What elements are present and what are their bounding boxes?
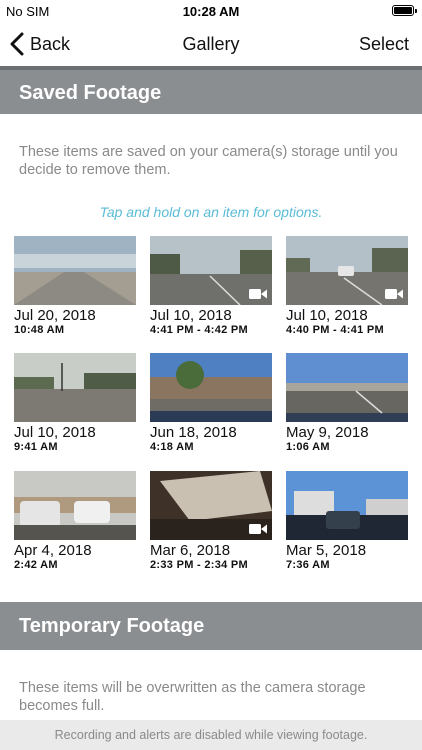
- battery-icon: [392, 5, 417, 16]
- footage-item[interactable]: May 9, 2018 1:06 AM: [286, 353, 408, 454]
- footage-date: Jul 10, 2018: [286, 307, 368, 324]
- footage-thumbnail: [14, 236, 136, 305]
- footage-thumbnail: [150, 471, 272, 540]
- footage-thumbnail: [150, 353, 272, 422]
- footage-thumbnail: [14, 471, 136, 540]
- footage-date: Jul 10, 2018: [150, 307, 232, 324]
- footage-thumbnail: [286, 236, 408, 305]
- options-hint: Tap and hold on an item for options.: [99, 204, 323, 220]
- footage-time: 7:36 AM: [286, 559, 330, 571]
- footage-date: Jun 18, 2018: [150, 424, 237, 441]
- footage-date: May 9, 2018: [286, 424, 369, 441]
- footage-time: 4:40 PM - 4:41 PM: [286, 324, 385, 336]
- footage-date: Mar 5, 2018: [286, 542, 367, 559]
- footage-item[interactable]: Jul 20, 2018 10:48 AM: [14, 236, 136, 337]
- select-button[interactable]: Select: [359, 34, 409, 55]
- footage-thumbnail: [14, 353, 136, 422]
- footage-time: 4:18 AM: [150, 441, 194, 453]
- footage-time: 1:06 AM: [286, 441, 330, 453]
- footage-date: Jul 20, 2018: [14, 307, 96, 324]
- video-camera-icon: [385, 289, 403, 299]
- footage-time: 9:41 AM: [14, 441, 58, 453]
- footage-item[interactable]: Jun 18, 2018 4:18 AM: [150, 353, 272, 454]
- footage-time: 4:41 PM - 4:42 PM: [150, 324, 249, 336]
- footage-time: 10:48 AM: [14, 324, 65, 336]
- footage-date: Mar 6, 2018: [150, 542, 231, 559]
- footage-thumbnail: [286, 353, 408, 422]
- footage-item[interactable]: Jul 10, 2018 4:40 PM - 4:41 PM: [286, 236, 408, 337]
- footage-item[interactable]: Jul 10, 2018 4:41 PM - 4:42 PM: [150, 236, 272, 337]
- recording-disabled-banner: Recording and alerts are disabled while …: [0, 720, 422, 750]
- footage-thumbnail: [286, 471, 408, 540]
- saved-footage-header: Saved Footage: [0, 66, 422, 114]
- video-camera-icon: [249, 524, 267, 534]
- footage-thumbnail: [150, 236, 272, 305]
- footage-date: Apr 4, 2018: [14, 542, 92, 559]
- footage-item[interactable]: Mar 6, 2018 2:33 PM - 2:34 PM: [150, 471, 272, 572]
- clock: 10:28 AM: [182, 4, 240, 19]
- footage-item[interactable]: Jul 10, 2018 9:41 AM: [14, 353, 136, 454]
- footage-date: Jul 10, 2018: [14, 424, 96, 441]
- saved-footage-description: These items are saved on your camera(s) …: [19, 144, 398, 178]
- footage-time: 2:33 PM - 2:34 PM: [150, 559, 249, 571]
- footage-item[interactable]: Mar 5, 2018 7:36 AM: [286, 471, 408, 572]
- temporary-footage-header: Temporary Footage: [0, 602, 422, 650]
- footage-time: 2:42 AM: [14, 559, 58, 571]
- navigation-bar: Back Gallery Select: [0, 22, 422, 66]
- footage-item[interactable]: Apr 4, 2018 2:42 AM: [14, 471, 136, 572]
- temporary-footage-description: These items will be overwritten as the c…: [19, 680, 366, 714]
- status-bar: No SIM 10:28 AM: [0, 0, 422, 22]
- video-camera-icon: [249, 289, 267, 299]
